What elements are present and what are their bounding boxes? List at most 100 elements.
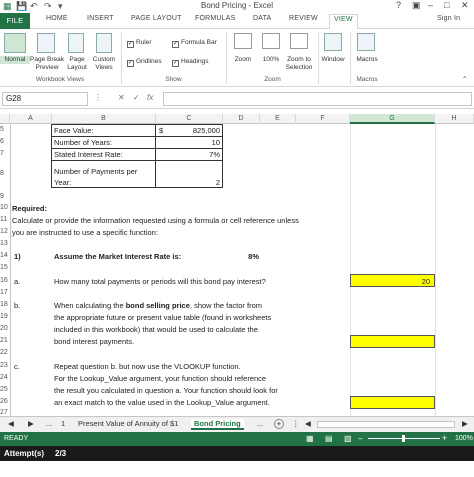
next-sheet-icon[interactable]: ▶ bbox=[28, 419, 34, 428]
zoom-button[interactable]: Zoom bbox=[228, 56, 258, 64]
sheet-scroll-left-icon[interactable]: ⋮ bbox=[292, 419, 300, 428]
zoom-level[interactable]: 100% bbox=[455, 435, 473, 442]
market-rate-cell[interactable]: 8% bbox=[235, 252, 259, 261]
row-header[interactable]: 7 bbox=[0, 150, 12, 157]
enter-icon[interactable]: ✓ bbox=[133, 92, 140, 104]
row-header[interactable]: 18 bbox=[0, 301, 12, 308]
window-button[interactable]: Window bbox=[318, 56, 348, 64]
row-header[interactable]: 8 bbox=[0, 170, 12, 177]
question-c-line-2: For the Lookup_Value argument, your func… bbox=[54, 374, 267, 383]
gridlines-checkbox[interactable]: ✓ Gridlines bbox=[127, 58, 162, 67]
row-header[interactable]: 11 bbox=[0, 216, 12, 223]
row-header[interactable]: 16 bbox=[0, 277, 12, 284]
sheet-tab-pv-annuity[interactable]: Present Value of Annuity of $1 bbox=[78, 419, 178, 428]
formula-bar: G28 ⋮ ✕ ✓ fx bbox=[0, 89, 474, 109]
row-header[interactable]: 17 bbox=[0, 289, 12, 296]
col-header-e[interactable]: E bbox=[260, 114, 296, 124]
normal-view-button[interactable]: Normal bbox=[0, 56, 30, 64]
headings-checkbox[interactable]: ✓ Headings bbox=[172, 58, 208, 67]
zoom-in-icon[interactable]: + bbox=[442, 433, 447, 443]
tab-view[interactable]: VIEW bbox=[329, 14, 358, 30]
col-header-a[interactable]: A bbox=[10, 114, 52, 124]
answer-b-cell[interactable] bbox=[350, 335, 435, 348]
row-header[interactable]: 12 bbox=[0, 228, 12, 235]
formula-input[interactable] bbox=[163, 92, 472, 106]
row-header[interactable]: 6 bbox=[0, 138, 12, 145]
question-1-number: 1) bbox=[14, 252, 21, 261]
answer-a-cell[interactable]: 20 bbox=[350, 274, 435, 287]
page-layout-button[interactable]: Page Layout bbox=[63, 56, 91, 72]
row-header[interactable]: 13 bbox=[0, 240, 12, 247]
page-layout-status-icon[interactable]: ▤ bbox=[325, 434, 333, 443]
row-header[interactable]: 9 bbox=[0, 193, 12, 200]
group-zoom: Zoom bbox=[264, 76, 281, 83]
hscroll-right-icon[interactable]: ▶ bbox=[462, 419, 468, 428]
row-header[interactable]: 15 bbox=[0, 264, 12, 271]
row-header[interactable]: 20 bbox=[0, 325, 12, 332]
help-button[interactable]: ? bbox=[396, 0, 401, 10]
cancel-icon[interactable]: ✕ bbox=[118, 92, 125, 104]
prev-sheet-icon[interactable]: ◀ bbox=[8, 419, 14, 428]
insert-function-button[interactable]: fx bbox=[147, 92, 153, 104]
sign-in-link[interactable]: Sign In bbox=[437, 15, 460, 22]
tab-formulas[interactable]: FORMULAS bbox=[195, 15, 236, 22]
collapse-ribbon-icon[interactable]: ⌃ bbox=[462, 76, 467, 84]
zoom-out-icon[interactable]: – bbox=[358, 434, 362, 443]
col-header-d[interactable]: D bbox=[223, 114, 260, 124]
row-header[interactable]: 26 bbox=[0, 398, 12, 405]
horizontal-scrollbar[interactable] bbox=[317, 421, 455, 428]
tab-insert[interactable]: INSERT bbox=[87, 15, 114, 22]
tab-file[interactable]: FILE bbox=[0, 13, 30, 29]
tab-review[interactable]: REVIEW bbox=[289, 15, 318, 22]
ruler-checkbox[interactable]: ✓ Ruler bbox=[127, 39, 152, 48]
custom-views-button[interactable]: Custom Views bbox=[90, 56, 118, 72]
row-header[interactable]: 21 bbox=[0, 337, 12, 344]
name-box[interactable]: G28 bbox=[2, 92, 88, 106]
row-header[interactable]: 23 bbox=[0, 362, 12, 369]
window-icon bbox=[324, 33, 342, 51]
face-value-cell[interactable]: 825,000 bbox=[170, 126, 220, 135]
row-header[interactable]: 24 bbox=[0, 374, 12, 381]
sheet-tab-bond-pricing[interactable]: Bond Pricing bbox=[191, 419, 244, 430]
question-c-line-1: Repeat question b. but now use the VLOOK… bbox=[54, 362, 241, 371]
ribbon-display-icon[interactable]: ▣ bbox=[412, 0, 421, 11]
row-header[interactable]: 5 bbox=[0, 126, 12, 133]
hscroll-left-icon[interactable]: ◀ bbox=[305, 419, 311, 428]
zoom-to-selection-button[interactable]: Zoom to Selection bbox=[282, 56, 316, 72]
sheet-tab-more[interactable]: ... bbox=[257, 419, 263, 428]
col-header-b[interactable]: B bbox=[52, 114, 156, 124]
page-break-status-icon[interactable]: ▧ bbox=[344, 434, 352, 443]
row-header[interactable]: 27 bbox=[0, 409, 12, 416]
payments-cell[interactable]: 2 bbox=[170, 178, 220, 187]
col-header-g[interactable]: G bbox=[350, 114, 435, 124]
worksheet-grid[interactable]: 5 6 7 8 9 10 11 12 13 14 15 16 17 18 19 … bbox=[0, 124, 474, 416]
minimize-icon[interactable]: – bbox=[428, 0, 433, 10]
row-header[interactable]: 14 bbox=[0, 252, 12, 259]
row-header[interactable]: 19 bbox=[0, 313, 12, 320]
row-header[interactable]: 22 bbox=[0, 349, 12, 356]
tab-home[interactable]: HOME bbox=[46, 15, 68, 22]
zoom-100-icon bbox=[262, 33, 280, 49]
select-all-corner[interactable] bbox=[0, 114, 10, 124]
page-break-preview-button[interactable]: Page Break Preview bbox=[29, 56, 65, 72]
stated-rate-cell[interactable]: 7% bbox=[170, 150, 220, 159]
maximize-icon[interactable]: □ bbox=[444, 0, 449, 10]
tab-data[interactable]: DATA bbox=[253, 15, 271, 22]
years-cell[interactable]: 10 bbox=[170, 138, 220, 147]
tab-page-layout[interactable]: PAGE LAYOUT bbox=[131, 15, 182, 22]
normal-view-status-icon[interactable]: ▦ bbox=[306, 434, 314, 443]
row-header[interactable]: 10 bbox=[0, 204, 12, 211]
sheet-tab-1[interactable]: 1 bbox=[61, 419, 65, 428]
close-icon[interactable]: ✕ bbox=[461, 0, 469, 11]
col-header-f[interactable]: F bbox=[296, 114, 350, 124]
macros-button[interactable]: Macros bbox=[352, 56, 382, 64]
zoom-slider-thumb[interactable] bbox=[402, 435, 405, 442]
new-sheet-button[interactable]: + bbox=[274, 419, 284, 429]
sheet-tab-ellipsis[interactable]: ... bbox=[46, 419, 52, 428]
row-header[interactable]: 25 bbox=[0, 386, 12, 393]
answer-c-cell[interactable] bbox=[350, 396, 435, 409]
col-header-h[interactable]: H bbox=[435, 114, 474, 124]
col-header-c[interactable]: C bbox=[156, 114, 223, 124]
page-layout-label-1: Page bbox=[69, 56, 85, 63]
formula-bar-checkbox[interactable]: ✓ Formula Bar bbox=[172, 39, 217, 48]
